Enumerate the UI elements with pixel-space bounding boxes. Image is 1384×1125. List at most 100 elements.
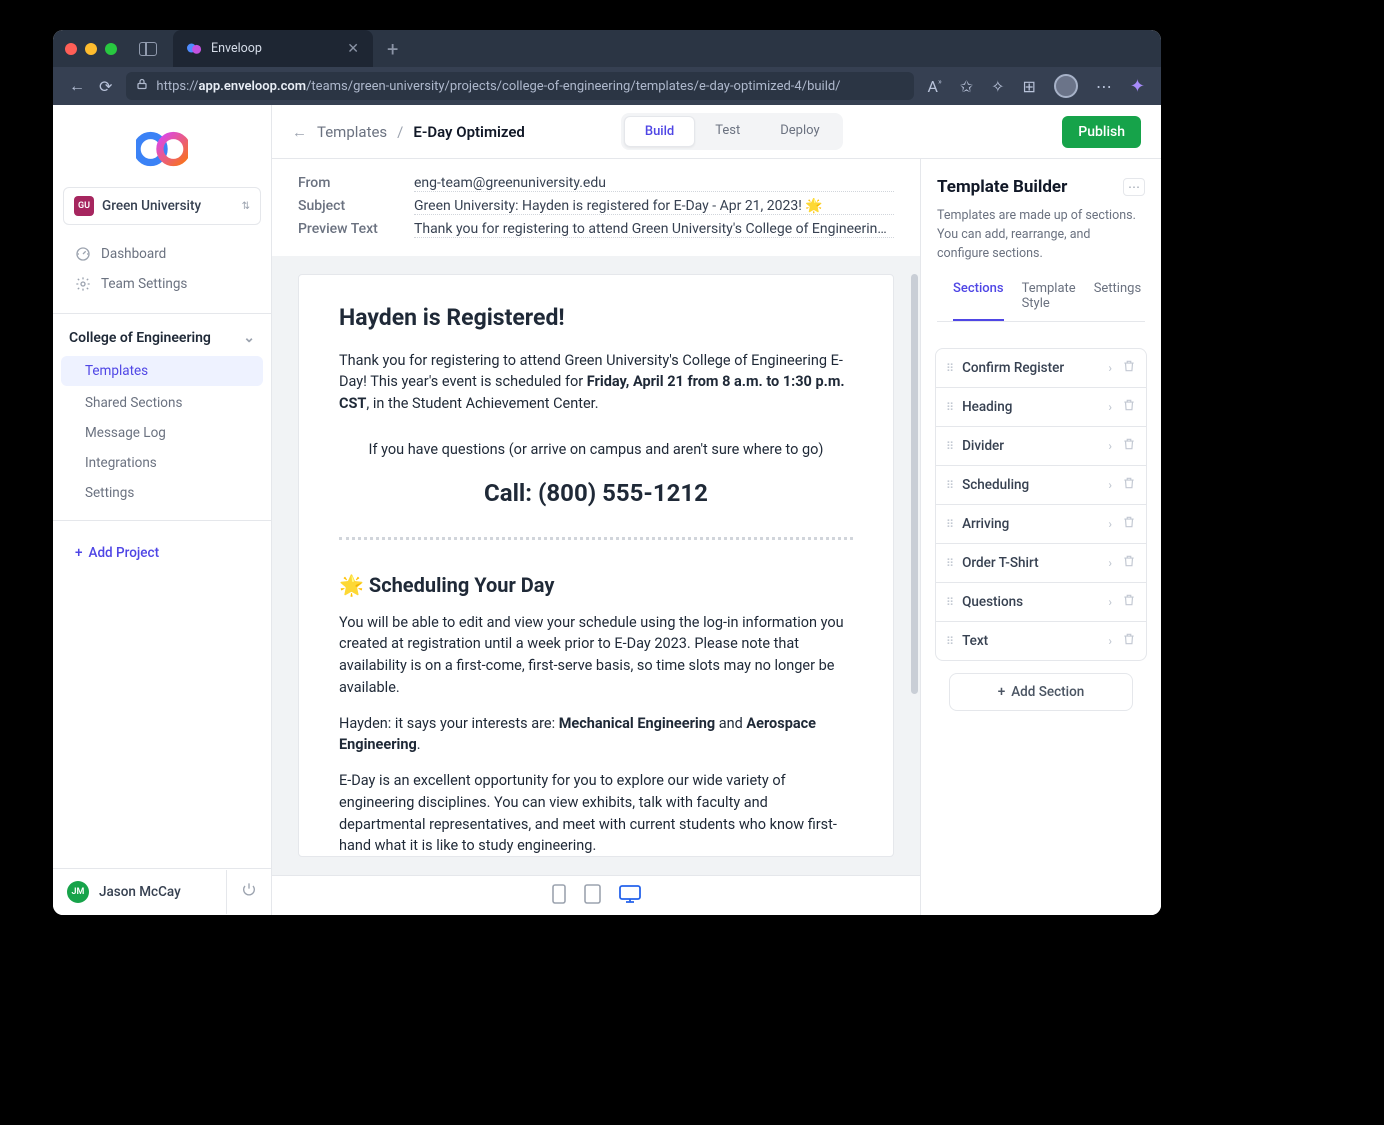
browser-tab[interactable]: Enveloop ✕ [173, 30, 373, 67]
delete-icon[interactable] [1122, 476, 1136, 494]
nav-dashboard[interactable]: Dashboard [53, 239, 271, 269]
tab-build[interactable]: Build [624, 116, 695, 147]
user-menu[interactable]: JM Jason McCay [53, 869, 226, 915]
browser-window: Enveloop ✕ + ← ⟳ https://app.enveloop.co… [53, 30, 1161, 915]
delete-icon[interactable] [1122, 593, 1136, 611]
add-section-button[interactable]: + Add Section [949, 673, 1133, 711]
browser-tab-bar: Enveloop ✕ + [53, 30, 1161, 67]
drag-handle-icon[interactable]: ⠿ [946, 440, 952, 453]
section-row[interactable]: ⠿ Questions › [936, 583, 1146, 622]
desktop-icon[interactable] [619, 885, 641, 907]
read-aloud-icon[interactable]: A» [928, 77, 942, 96]
window-close[interactable] [65, 43, 77, 55]
section-row[interactable]: ⠿Confirm Register› [936, 349, 1146, 388]
template-builder-panel: Template Builder ⋯ Templates are made up… [920, 159, 1161, 915]
email-preview[interactable]: Hayden is Registered! Thank you for regi… [298, 274, 894, 857]
url-bar[interactable]: https://app.enveloop.com/teams/green-uni… [126, 72, 913, 100]
logo [53, 105, 271, 187]
chevron-right-icon[interactable]: › [1108, 634, 1112, 648]
section-label: Questions [962, 594, 1023, 610]
email-paragraph: E-Day is an excellent opportunity for yo… [339, 770, 853, 857]
drag-handle-icon[interactable]: ⠿ [946, 479, 952, 492]
app-container: GU Green University ⇅ Dashboard Team Set… [53, 105, 1161, 915]
subject-label: Subject [298, 198, 394, 215]
builder-description: Templates are made up of sections. You c… [937, 207, 1145, 263]
drag-handle-icon[interactable]: ⠿ [946, 362, 952, 375]
window-minimize[interactable] [85, 43, 97, 55]
copilot-icon[interactable]: ✦ [1130, 76, 1145, 97]
nav-templates[interactable]: Templates [61, 356, 263, 386]
sidebar-toggle-icon[interactable] [139, 42, 157, 56]
section-row[interactable]: ⠿Scheduling› [936, 466, 1146, 505]
divider [339, 537, 853, 540]
chevron-right-icon[interactable]: › [1108, 478, 1112, 492]
tab-deploy[interactable]: Deploy [760, 116, 839, 147]
nav-shared-sections[interactable]: Shared Sections [53, 388, 271, 418]
logout-button[interactable] [226, 870, 271, 914]
publish-button[interactable]: Publish [1062, 116, 1141, 148]
nav-team-settings[interactable]: Team Settings [53, 269, 271, 299]
delete-icon[interactable] [1122, 515, 1136, 533]
delete-icon[interactable] [1122, 398, 1136, 416]
section-row[interactable]: ⠿ Order T-Shirt › [936, 544, 1146, 583]
profile-avatar[interactable] [1054, 74, 1078, 98]
delete-icon[interactable] [1122, 359, 1136, 377]
delete-icon[interactable] [1122, 554, 1136, 572]
tablet-icon[interactable] [584, 884, 601, 908]
back-icon[interactable]: ← [69, 76, 85, 96]
drag-handle-icon[interactable]: ⠿ [946, 518, 952, 531]
back-arrow-icon[interactable]: ← [292, 123, 307, 141]
tab-test[interactable]: Test [695, 116, 760, 147]
add-project-button[interactable]: + Add Project [53, 531, 271, 575]
new-tab-button[interactable]: + [387, 37, 398, 61]
favorite-icon[interactable]: ✩ [960, 77, 973, 96]
project-header[interactable]: College of Engineering ⌄ [53, 324, 271, 352]
mobile-icon[interactable] [552, 884, 566, 908]
refresh-icon[interactable]: ⟳ [99, 77, 112, 96]
extensions-icon[interactable]: ✧ [991, 77, 1004, 96]
mode-tabs: Build Test Deploy [621, 113, 843, 150]
subject-value[interactable]: Green University: Hayden is registered f… [414, 198, 894, 215]
email-meta: From eng-team@greenuniversity.edu Subjec… [272, 159, 920, 256]
canvas-area[interactable]: Hayden is Registered! Thank you for regi… [272, 256, 920, 875]
chevron-right-icon[interactable]: › [1108, 556, 1112, 570]
tab-close-icon[interactable]: ✕ [347, 41, 359, 57]
section-row[interactable]: ⠿Heading› [936, 388, 1146, 427]
drag-handle-icon[interactable]: ⠿ [946, 635, 952, 648]
window-maximize[interactable] [105, 43, 117, 55]
drag-handle-icon[interactable]: ⠿ [946, 401, 952, 414]
nav-settings[interactable]: Settings [53, 478, 271, 508]
collections-icon[interactable]: ⊞ [1023, 77, 1036, 96]
drag-handle-icon[interactable]: ⠿ [946, 596, 952, 609]
scrollbar[interactable] [911, 274, 918, 694]
from-value[interactable]: eng-team@greenuniversity.edu [414, 175, 894, 192]
builder-tab-settings[interactable]: Settings [1094, 281, 1141, 321]
nav-integrations[interactable]: Integrations [53, 448, 271, 478]
preview-value[interactable]: Thank you for registering to attend Gree… [414, 221, 894, 238]
chevron-right-icon[interactable]: › [1108, 439, 1112, 453]
lock-icon [136, 78, 148, 94]
builder-tab-style[interactable]: Template Style [1022, 281, 1076, 321]
section-row[interactable]: ⠿Divider› [936, 427, 1146, 466]
section-row[interactable]: ⠿Text› [936, 622, 1146, 660]
builder-menu-icon[interactable]: ⋯ [1123, 178, 1145, 196]
browser-toolbar: ← ⟳ https://app.enveloop.com/teams/green… [53, 67, 1161, 105]
section-label: Order T-Shirt [962, 555, 1039, 571]
chevron-right-icon[interactable]: › [1108, 361, 1112, 375]
chevron-right-icon[interactable]: › [1108, 517, 1112, 531]
section-row[interactable]: ⠿Arriving› [936, 505, 1146, 544]
breadcrumb: ← Templates / E-Day Optimized [292, 123, 525, 141]
chevron-right-icon[interactable]: › [1108, 595, 1112, 609]
plus-icon: + [75, 545, 83, 561]
drag-handle-icon[interactable]: ⠿ [946, 557, 952, 570]
nav-message-log[interactable]: Message Log [53, 418, 271, 448]
delete-icon[interactable] [1122, 437, 1136, 455]
team-selector[interactable]: GU Green University ⇅ [63, 187, 261, 225]
email-help-text: If you have questions (or arrive on camp… [339, 439, 853, 461]
more-icon[interactable]: ⋯ [1096, 77, 1112, 96]
delete-icon[interactable] [1122, 632, 1136, 650]
chevron-right-icon[interactable]: › [1108, 400, 1112, 414]
breadcrumb-templates[interactable]: Templates [317, 123, 387, 141]
builder-tab-sections[interactable]: Sections [953, 281, 1004, 321]
power-icon [241, 882, 257, 898]
